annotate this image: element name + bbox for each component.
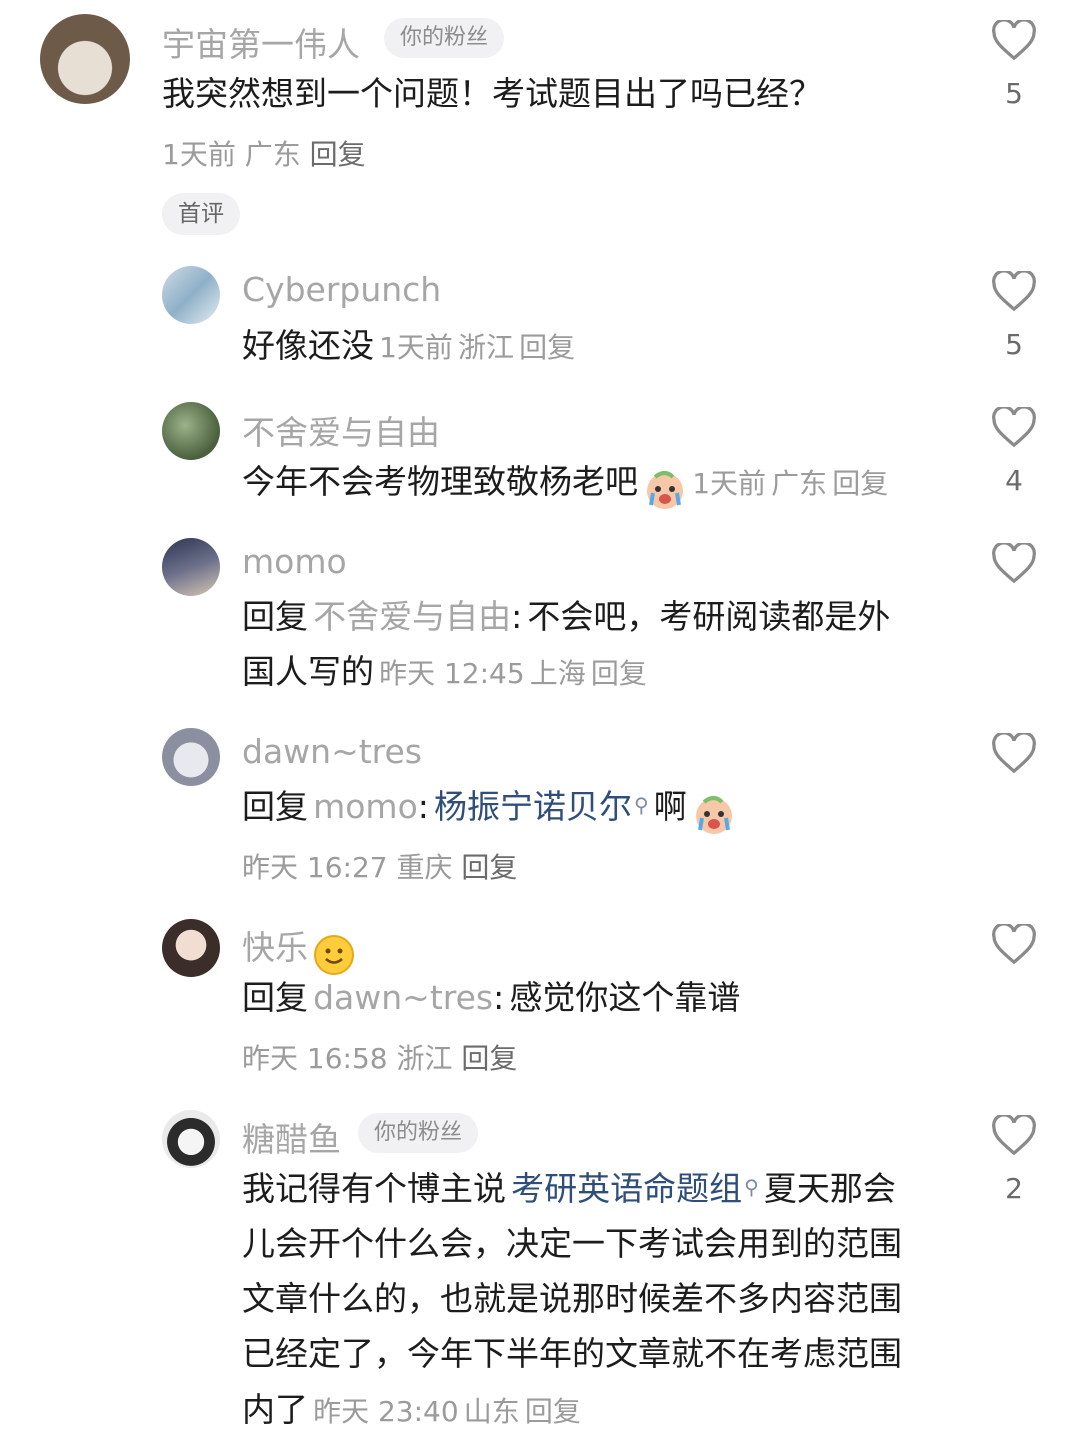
comment-meta: 1天前 广东 回复 — [162, 133, 366, 173]
reply-prefix: 回复 — [242, 787, 308, 826]
comment-text: 我突然想到一个问题！考试题目出了吗已经？ — [162, 74, 822, 113]
comment-location: 上海 — [529, 657, 586, 690]
avatar[interactable] — [162, 538, 220, 596]
reply-line: 回复 不舍爱与自由: 不会吧，考研阅读都是外 — [242, 589, 890, 644]
reply-prefix: 回复 — [242, 978, 308, 1017]
comment-location: 浙江 — [458, 331, 515, 364]
reply-line: 回复 momo: 杨振宁诺贝尔 ⚲ 啊 — [242, 779, 736, 836]
comment-author[interactable]: 不舍爱与自由 — [242, 406, 440, 454]
like-count: 5 — [1005, 77, 1023, 110]
comment-time: 1天前 — [692, 467, 767, 500]
comment-author[interactable]: 快乐 — [242, 928, 308, 967]
reply-button[interactable]: 回复 — [832, 467, 888, 500]
fan-badge: 你的粉丝 — [384, 18, 505, 58]
comment-time: 昨天 12:45 — [379, 657, 525, 690]
reply-button[interactable]: 回复 — [519, 331, 575, 364]
comment-author[interactable]: momo — [242, 542, 347, 581]
comment-text: 我记得有个博主说 — [242, 1169, 506, 1208]
comment-text: 国人写的 — [242, 652, 374, 691]
avatar[interactable] — [162, 266, 220, 324]
comment-time: 1天前 — [162, 138, 236, 171]
search-link[interactable]: 杨振宁诺贝尔 — [434, 787, 632, 826]
comment-text: 儿会开个什么会，决定一下考试会用到的范围 — [242, 1224, 902, 1263]
comment-location: 重庆 — [396, 851, 453, 884]
comment-author[interactable]: Cyberpunch — [242, 270, 441, 309]
comment-location: 浙江 — [396, 1042, 453, 1075]
comment-text: 今年不会考物理致敬杨老吧 — [242, 462, 638, 501]
comment-text: 内了 — [242, 1390, 308, 1429]
reply-button[interactable]: 回复 — [461, 1042, 517, 1075]
crying-emoji-icon — [695, 795, 732, 834]
comment-text: 文章什么的，也就是说那时候差不多内容范围 — [242, 1279, 902, 1318]
reply-line: 国人写的 昨天 12:45 上海 回复 — [242, 644, 647, 699]
search-icon[interactable]: ⚲ — [744, 1175, 759, 1199]
like-count: 2 — [1005, 1172, 1023, 1205]
comment-time: 昨天 23:40 — [313, 1395, 459, 1428]
fan-badge: 你的粉丝 — [358, 1113, 479, 1153]
reply-separator: : — [493, 978, 505, 1017]
reply-target[interactable]: momo — [313, 787, 418, 826]
avatar[interactable] — [162, 728, 220, 786]
reply-line: 今年不会考物理致敬杨老吧 1天前 广东 回复 — [242, 454, 888, 511]
comment-author[interactable]: 糖醋鱼 — [242, 1113, 341, 1161]
reply-button[interactable]: 回复 — [525, 1395, 581, 1428]
comment-location: 山东 — [463, 1395, 520, 1428]
reply-line: 我记得有个博主说 考研英语命题组 ⚲ 夏天那会 — [242, 1161, 896, 1216]
comment-text: 好像还没 — [242, 326, 374, 365]
avatar[interactable] — [162, 1110, 220, 1168]
reply-line: 好像还没 1天前 浙江 回复 — [242, 318, 575, 373]
reply-target[interactable]: 不舍爱与自由 — [313, 597, 511, 636]
like-count: 5 — [1005, 328, 1023, 361]
reply-button[interactable]: 回复 — [310, 138, 366, 171]
comment-location: 广东 — [244, 138, 301, 171]
like-count: 4 — [1005, 464, 1023, 497]
heart-icon[interactable] — [992, 543, 1036, 583]
author-row: 快乐 — [242, 921, 355, 976]
heart-icon[interactable] — [992, 20, 1036, 60]
heart-icon[interactable] — [992, 733, 1036, 773]
comment-author[interactable]: 宇宙第一伟人 — [162, 18, 360, 66]
comment-meta: 昨天 16:27 重庆 回复 — [242, 846, 517, 886]
comment-text: 感觉你这个靠谱 — [509, 978, 741, 1017]
comment-author[interactable]: dawn~tres — [242, 732, 422, 771]
crying-emoji-icon — [647, 470, 684, 509]
reply-prefix: 回复 — [242, 597, 308, 636]
reply-line: 内了 昨天 23:40 山东 回复 — [242, 1382, 581, 1437]
comment-text: 夏天那会 — [763, 1169, 896, 1208]
comment-time: 昨天 16:27 — [242, 851, 388, 884]
heart-icon[interactable] — [992, 407, 1036, 447]
reply-button[interactable]: 回复 — [461, 851, 517, 884]
comment-time: 1天前 — [379, 331, 453, 364]
reply-separator: : — [511, 597, 523, 636]
search-link[interactable]: 考研英语命题组 — [511, 1169, 742, 1208]
comment-time: 昨天 16:58 — [242, 1042, 388, 1075]
reply-target[interactable]: dawn~tres — [313, 978, 493, 1017]
comment-text: 啊 — [653, 787, 687, 826]
heart-icon[interactable] — [992, 924, 1036, 964]
comment-meta: 昨天 16:58 浙江 回复 — [242, 1037, 517, 1077]
reply-button[interactable]: 回复 — [591, 657, 647, 690]
heart-icon[interactable] — [992, 271, 1036, 311]
first-comment-tag: 首评 — [162, 193, 240, 235]
avatar[interactable] — [162, 919, 220, 977]
reply-line: 回复 dawn~tres: 感觉你这个靠谱 — [242, 970, 740, 1025]
avatar[interactable] — [40, 14, 130, 104]
avatar[interactable] — [162, 402, 220, 460]
reply-separator: : — [417, 787, 429, 826]
comment-text: 不会吧，考研阅读都是外 — [527, 597, 891, 636]
search-icon[interactable]: ⚲ — [634, 793, 649, 817]
comment-location: 广东 — [771, 467, 828, 500]
comment-text: 已经定了，今年下半年的文章就不在考虑范围 — [242, 1334, 902, 1373]
heart-icon[interactable] — [992, 1115, 1036, 1155]
